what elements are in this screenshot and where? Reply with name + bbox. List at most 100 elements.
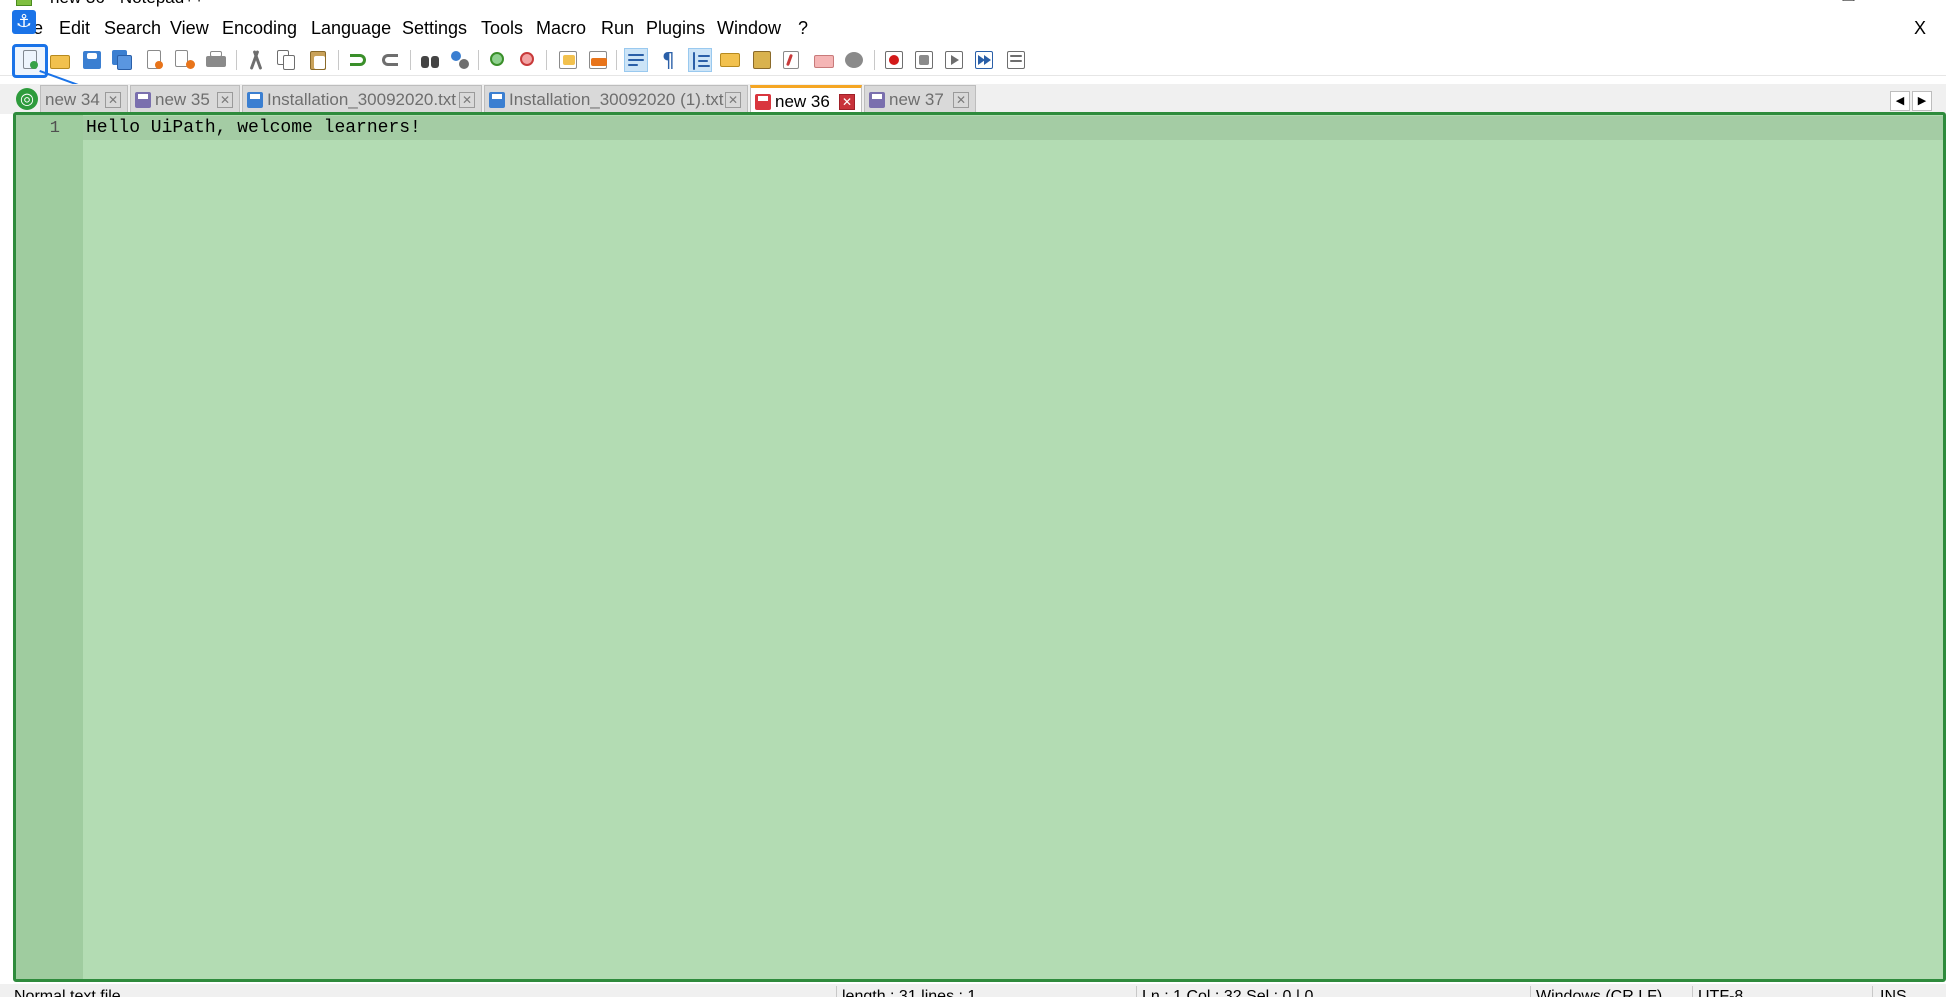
toolbar-separator bbox=[874, 50, 875, 70]
copy-icon[interactable] bbox=[274, 48, 298, 72]
status-cursor-position: Ln : 1 Col : 32 Sel : 0 | 0 bbox=[1142, 988, 1314, 997]
toolbar-separator bbox=[410, 50, 411, 70]
function-list-icon[interactable] bbox=[780, 48, 804, 72]
target-icon: ◎ bbox=[16, 88, 38, 110]
save-all-icon[interactable] bbox=[110, 48, 134, 72]
menu-plugins[interactable]: Plugins bbox=[646, 18, 705, 39]
toolbar-separator bbox=[616, 50, 617, 70]
status-bar: Normal text file length : 31 lines : 1 L… bbox=[0, 984, 1946, 997]
redo-icon[interactable] bbox=[378, 48, 402, 72]
menu-bar: File Edit Search View Encoding Language … bbox=[0, 16, 1946, 44]
modified-disk-icon bbox=[755, 94, 771, 110]
close-document-button[interactable]: X bbox=[1914, 18, 1926, 39]
status-separator bbox=[1872, 986, 1873, 997]
status-eol[interactable]: Windows (CR LF) bbox=[1536, 988, 1662, 997]
title-bar: new 36 - Notepad++ ❐ ✕ bbox=[0, 0, 1946, 8]
menu-encoding[interactable]: Encoding bbox=[222, 18, 297, 39]
play-macro-icon[interactable] bbox=[942, 48, 966, 72]
status-file-type: Normal text file bbox=[14, 988, 121, 997]
tab-label: Installation_30092020 (1).txt bbox=[509, 90, 724, 109]
print-icon[interactable] bbox=[204, 48, 228, 72]
status-separator bbox=[1136, 986, 1137, 997]
folder-as-workspace-icon[interactable] bbox=[812, 48, 836, 72]
tab-close-icon[interactable]: ✕ bbox=[459, 92, 475, 108]
status-separator bbox=[836, 986, 837, 997]
record-macro-icon[interactable] bbox=[882, 48, 906, 72]
undo-icon[interactable] bbox=[346, 48, 370, 72]
status-length-lines: length : 31 lines : 1 bbox=[842, 988, 977, 997]
menu-window[interactable]: Window bbox=[717, 18, 781, 39]
close-file-icon[interactable] bbox=[142, 48, 166, 72]
tab-new-36[interactable]: new 36 ✕ bbox=[750, 85, 862, 113]
menu-edit[interactable]: Edit bbox=[59, 18, 90, 39]
tab-label: new 36 bbox=[775, 92, 830, 111]
tab-installation-30092020-1[interactable]: Installation_30092020 (1).txt ✕ bbox=[484, 85, 748, 113]
tab-close-icon[interactable]: ✕ bbox=[953, 92, 969, 108]
tab-scroll-arrows: ◀ ▶ bbox=[1888, 88, 1932, 111]
menu-help[interactable]: ? bbox=[798, 18, 808, 39]
tab-label: Installation_30092020.txt bbox=[267, 90, 457, 109]
window-title: new 36 - Notepad++ bbox=[50, 0, 204, 8]
word-wrap-icon[interactable] bbox=[624, 48, 648, 72]
zoom-out-icon[interactable] bbox=[516, 48, 540, 72]
toolbar-separator bbox=[546, 50, 547, 70]
toolbar-separator bbox=[478, 50, 479, 70]
status-separator bbox=[1530, 986, 1531, 997]
zoom-in-icon[interactable] bbox=[486, 48, 510, 72]
close-all-icon[interactable] bbox=[172, 48, 196, 72]
tab-new-37[interactable]: new 37 ✕ bbox=[864, 85, 976, 113]
unsaved-disk-icon bbox=[869, 92, 885, 108]
status-encoding[interactable]: UTF-8 bbox=[1698, 988, 1743, 997]
status-insert-mode: INS bbox=[1880, 988, 1907, 997]
open-file-icon[interactable] bbox=[48, 48, 72, 72]
toolbar: ¶ bbox=[0, 44, 1946, 76]
show-all-characters-icon[interactable]: ¶ bbox=[656, 48, 680, 72]
cut-icon[interactable] bbox=[244, 48, 268, 72]
editor-text-line[interactable]: Hello UiPath, welcome learners! bbox=[86, 118, 421, 138]
tab-label: new 37 bbox=[889, 90, 944, 109]
editor-area[interactable]: 1 Hello UiPath, welcome learners! bbox=[13, 112, 1946, 982]
menu-tools[interactable]: Tools bbox=[481, 18, 523, 39]
tab-label: new 35 bbox=[155, 90, 210, 109]
menu-search[interactable]: Search bbox=[104, 18, 161, 39]
tab-installation-30092020[interactable]: Installation_30092020.txt ✕ bbox=[242, 85, 482, 113]
tab-close-icon[interactable]: ✕ bbox=[105, 92, 121, 108]
menu-macro[interactable]: Macro bbox=[536, 18, 586, 39]
line-number-gutter: 1 bbox=[16, 115, 83, 979]
paste-icon[interactable] bbox=[306, 48, 330, 72]
replace-icon[interactable] bbox=[448, 48, 472, 72]
menu-settings[interactable]: Settings bbox=[402, 18, 467, 39]
close-window-button[interactable]: ✕ bbox=[1911, 0, 1924, 6]
menu-language[interactable]: Language bbox=[311, 18, 391, 39]
user-language-icon[interactable] bbox=[718, 48, 742, 72]
tab-close-icon[interactable]: ✕ bbox=[725, 92, 741, 108]
sync-vertical-icon[interactable] bbox=[556, 48, 580, 72]
anchor-icon[interactable]: ⚓ bbox=[12, 10, 36, 34]
monitoring-icon[interactable] bbox=[842, 48, 866, 72]
saved-disk-icon bbox=[489, 92, 505, 108]
indent-guide-icon[interactable] bbox=[688, 48, 712, 72]
tab-close-icon[interactable]: ✕ bbox=[217, 92, 233, 108]
tab-label: new 34 bbox=[45, 90, 100, 109]
run-macro-multiple-icon[interactable] bbox=[972, 48, 996, 72]
save-macro-icon[interactable] bbox=[1004, 48, 1028, 72]
find-icon[interactable] bbox=[418, 48, 442, 72]
menu-run[interactable]: Run bbox=[601, 18, 634, 39]
notepadpp-app-icon bbox=[16, 0, 32, 6]
saved-disk-icon bbox=[247, 92, 263, 108]
tab-close-icon[interactable]: ✕ bbox=[839, 94, 855, 110]
save-icon[interactable] bbox=[80, 48, 104, 72]
toolbar-separator bbox=[338, 50, 339, 70]
menu-view[interactable]: View bbox=[170, 18, 209, 39]
tab-bar: ◎ new 34 ✕ new 35 ✕ Installation_3009202… bbox=[0, 84, 1946, 114]
stop-macro-icon[interactable] bbox=[912, 48, 936, 72]
toolbar-separator bbox=[236, 50, 237, 70]
document-map-icon[interactable] bbox=[750, 48, 774, 72]
tab-scroll-right-icon[interactable]: ▶ bbox=[1912, 91, 1932, 111]
unsaved-disk-icon bbox=[135, 92, 151, 108]
sync-horizontal-icon[interactable] bbox=[586, 48, 610, 72]
tab-new-34[interactable]: new 34 ✕ bbox=[40, 85, 128, 113]
restore-window-button[interactable]: ❐ bbox=[1842, 0, 1856, 6]
tab-new-35[interactable]: new 35 ✕ bbox=[130, 85, 240, 113]
tab-scroll-left-icon[interactable]: ◀ bbox=[1890, 91, 1910, 111]
